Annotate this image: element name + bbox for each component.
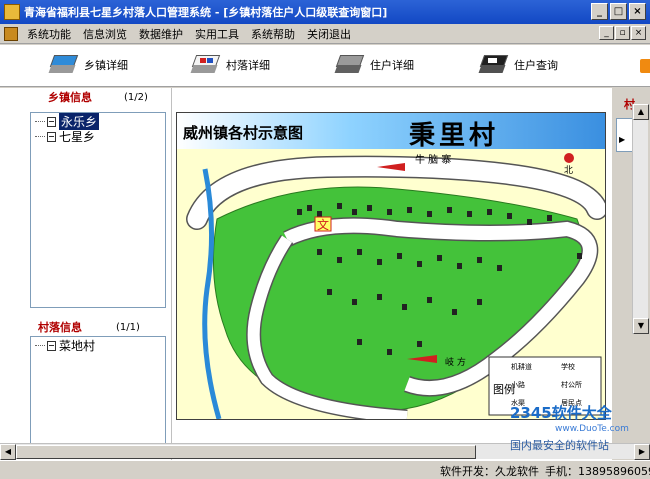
document-icon: [47, 116, 56, 127]
menu-help[interactable]: 系统帮助: [245, 26, 301, 42]
town-panel-count: (1/2): [124, 91, 148, 103]
household-detail-button[interactable]: 住户详细: [334, 55, 414, 75]
town-panel-header: 乡镇信息 (1/2): [0, 88, 172, 106]
window-title: 青海省福利县七星乡村落人口管理系统 - [乡镇村落住户人口级联查询窗口]: [24, 6, 388, 19]
menu-tools[interactable]: 实用工具: [189, 26, 245, 42]
scroll-left-button[interactable]: ◀: [0, 444, 16, 460]
map-village-name: 秉里村: [409, 121, 500, 151]
map-header: 威州镇各村示意图 秉里村: [177, 113, 605, 151]
legend-item: 学校: [561, 362, 575, 371]
tree-item-town[interactable]: 永乐乡: [31, 113, 165, 130]
town-detail-button[interactable]: 乡镇详细: [48, 55, 128, 75]
minimize-button[interactable]: _: [591, 3, 608, 20]
legend-item: 村公所: [561, 380, 582, 389]
status-bar: 软件开发：久龙软件 手机：13895896059: [0, 460, 650, 479]
north-marker-icon: [564, 153, 574, 163]
town-panel-title: 乡镇信息: [48, 91, 92, 104]
town-detail-icon: [48, 55, 79, 75]
map-graphic: 文 北 牛 脑 寨 岐 方 图例 机耕道 学校 小路 村公所 水渠 居民点: [186, 153, 605, 419]
household-detail-icon: [334, 55, 365, 75]
village-tree[interactable]: 菜地村: [30, 336, 166, 446]
legend-item: 机耕道: [511, 362, 532, 371]
mdi-minimize-button[interactable]: _: [599, 26, 614, 40]
north-label: 北: [564, 165, 573, 176]
scroll-up-button[interactable]: ▲: [633, 104, 649, 120]
developer-info: 软件开发：久龙软件: [440, 465, 539, 478]
watermark-logo: 2345软件大全: [510, 404, 612, 422]
document-icon: [47, 131, 56, 142]
mdi-child-icon[interactable]: [4, 26, 18, 41]
document-icon: [47, 340, 56, 351]
household-query-icon: [478, 55, 509, 75]
menu-maintain[interactable]: 数据维护: [133, 26, 189, 42]
village-detail-label: 村落详细: [226, 59, 270, 72]
title-bar[interactable]: 青海省福利县七星乡村落人口管理系统 - [乡镇村落住户人口级联查询窗口] _ □…: [0, 0, 650, 24]
mdi-restore-button[interactable]: ▫: [615, 26, 630, 40]
left-panel: 乡镇信息 (1/2) 永乐乡 七星乡 村落信息 (1/1) 菜地村: [0, 88, 172, 461]
school-mark-text: 文: [317, 217, 329, 232]
tree-item-label: 菜地村: [59, 339, 96, 353]
village-detail-icon: [190, 55, 221, 75]
toolbar: 乡镇详细 村落详细 住户详细 住户查询: [0, 45, 650, 87]
village-map: 威州镇各村示意图 秉里村 文 北 牛 脑 寨 岐 方 图例 机耕道 学校 小路 …: [176, 112, 606, 420]
mdi-close-button[interactable]: ×: [631, 26, 646, 40]
application-window: 青海省福利县七星乡村落人口管理系统 - [乡镇村落住户人口级联查询窗口] _ □…: [0, 0, 650, 479]
village-detail-button[interactable]: 村落详细: [190, 55, 270, 75]
tree-item-label: 七星乡: [59, 130, 96, 144]
town-tree[interactable]: 永乐乡 七星乡: [30, 112, 166, 308]
phone-info: 手机：13895896059: [545, 465, 650, 478]
watermark-url: www.DuoTe.com: [555, 424, 629, 434]
menu-exit[interactable]: 关闭退出: [301, 26, 357, 42]
menu-browse[interactable]: 信息浏览: [77, 26, 133, 42]
village-panel-header: 村落信息 (1/1): [0, 318, 172, 336]
watermark-slogan: 国内最安全的软件站: [510, 439, 609, 452]
tree-item-village[interactable]: 菜地村: [31, 338, 165, 353]
close-button[interactable]: ×: [629, 3, 646, 20]
legend-item: 小路: [511, 380, 525, 389]
app-icon[interactable]: [4, 4, 20, 20]
partial-toolbar-icon[interactable]: [640, 59, 650, 73]
menu-bar: 系统功能 信息浏览 数据维护 实用工具 系统帮助 关闭退出 _ ▫ ×: [0, 24, 650, 44]
scroll-down-button[interactable]: ▼: [633, 318, 649, 334]
south-road-label: 岐 方: [445, 356, 466, 368]
row-pointer-icon: ▶: [619, 135, 626, 144]
household-query-label: 住户查询: [514, 59, 558, 72]
household-detail-label: 住户详细: [370, 59, 414, 72]
watermark: 2345软件大全 www.DuoTe.com 国内最安全的软件站: [470, 402, 650, 458]
household-query-button[interactable]: 住户查询: [478, 55, 558, 75]
maximize-button[interactable]: □: [610, 3, 627, 20]
village-panel-count: (1/1): [116, 321, 140, 333]
town-detail-label: 乡镇详细: [84, 59, 128, 72]
map-body: 文 北 牛 脑 寨 岐 方 图例 机耕道 学校 小路 村公所 水渠 居民点: [177, 149, 605, 419]
scroll-thumb[interactable]: [16, 445, 476, 459]
menu-system[interactable]: 系统功能: [21, 26, 77, 42]
vertical-scrollbar[interactable]: ▲ ▼: [632, 104, 649, 334]
village-panel-title: 村落信息: [38, 321, 82, 334]
tree-item-town[interactable]: 七星乡: [31, 129, 165, 144]
map-header-title: 威州镇各村示意图: [183, 124, 304, 142]
north-road-label: 牛 脑 寨: [415, 153, 451, 166]
